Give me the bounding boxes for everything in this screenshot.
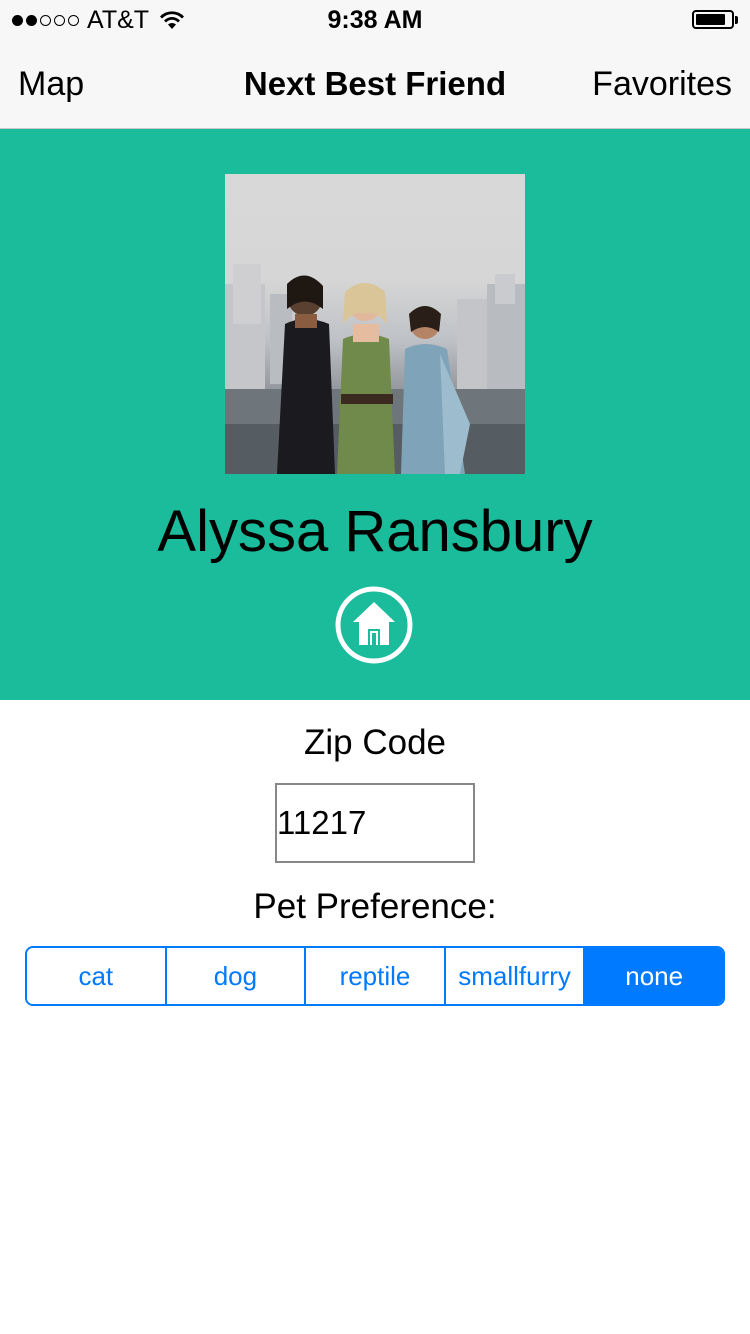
status-bar: AT&T 9:38 AM — [0, 0, 750, 40]
navigation-bar: Map Next Best Friend Favorites — [0, 40, 750, 129]
battery-icon — [692, 10, 738, 29]
status-time: 9:38 AM — [327, 6, 423, 34]
profile-header: Alyssa Ransbury — [0, 129, 750, 700]
profile-name: Alyssa Ransbury — [157, 499, 593, 564]
home-icon[interactable] — [334, 585, 414, 665]
pet-preference-label: Pet Preference: — [253, 887, 497, 926]
zip-code-input[interactable] — [275, 783, 475, 863]
pet-preference-segmented-control: cat dog reptile smallfurry none — [25, 946, 725, 1006]
profile-photo-illustration — [225, 264, 525, 474]
segment-smallfurry[interactable]: smallfurry — [445, 948, 586, 1004]
favorites-button[interactable]: Favorites — [592, 64, 732, 104]
zip-code-label: Zip Code — [303, 723, 447, 762]
segment-cat[interactable]: cat — [27, 948, 167, 1004]
battery-fill — [696, 14, 725, 25]
profile-photo — [225, 174, 525, 474]
segment-dog[interactable]: dog — [166, 948, 307, 1004]
segment-reptile[interactable]: reptile — [306, 948, 446, 1004]
segment-none[interactable]: none — [585, 948, 723, 1004]
